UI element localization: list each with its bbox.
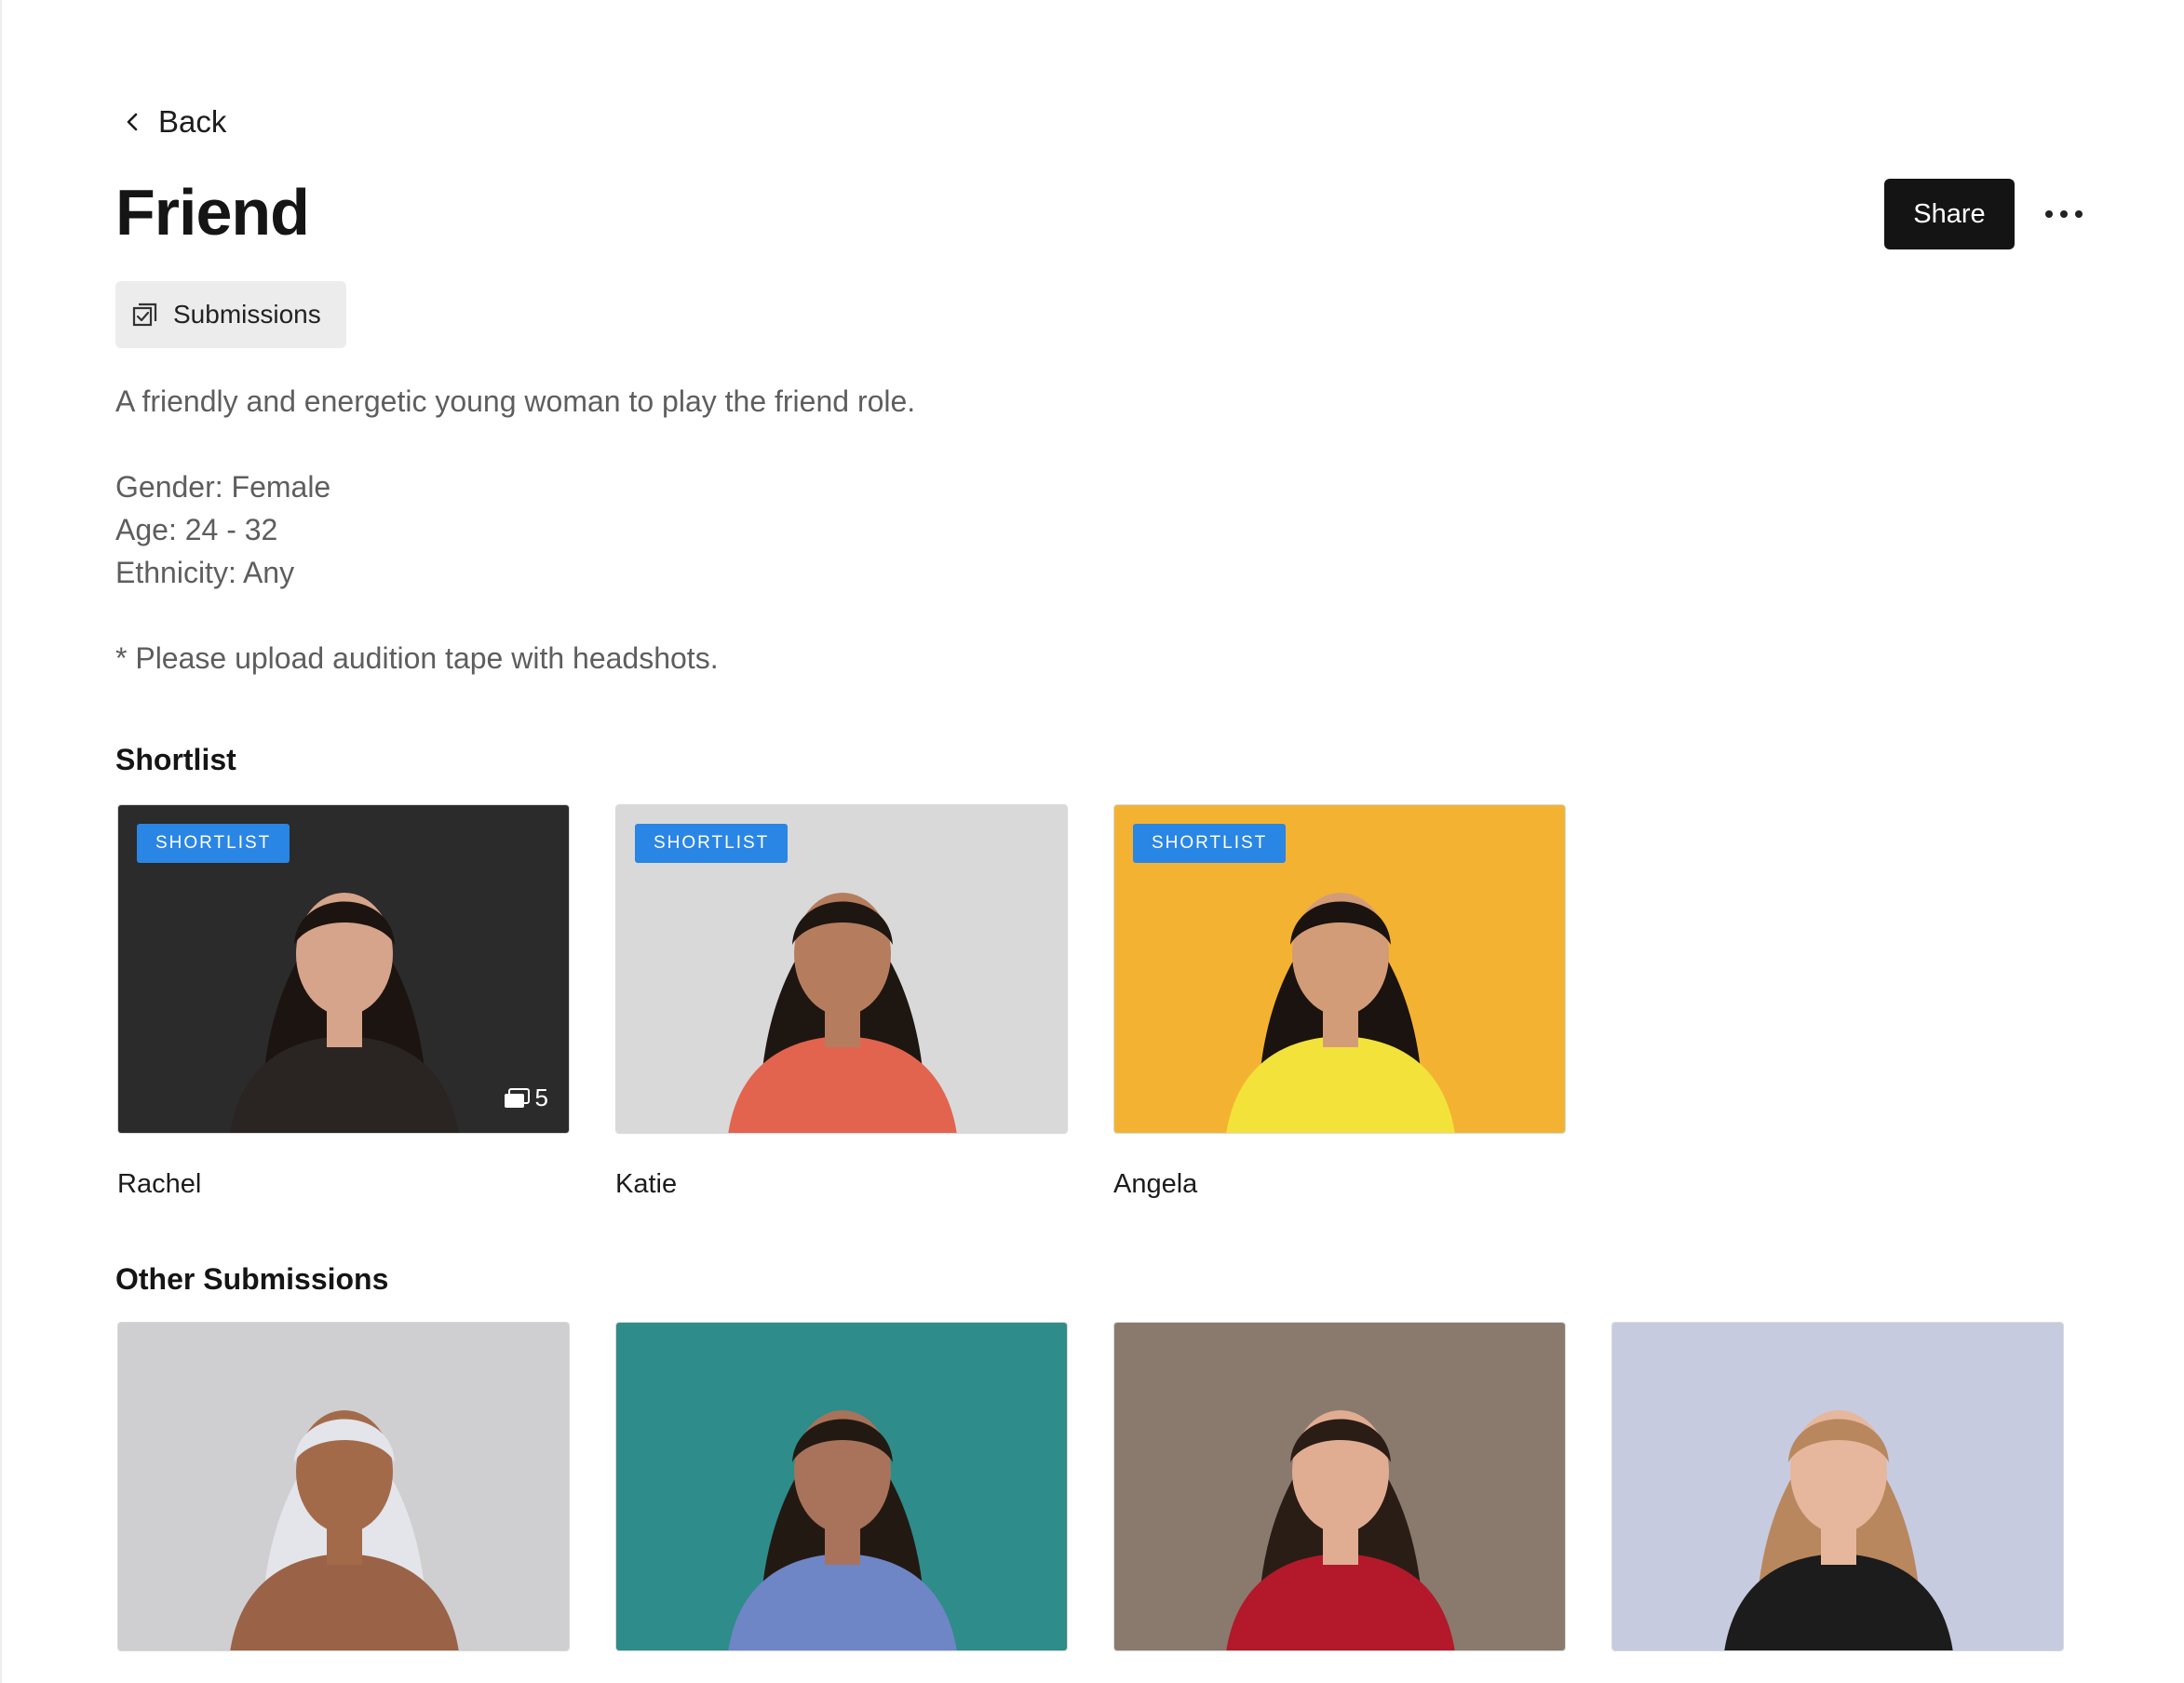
submission-card[interactable]: Briana bbox=[1611, 1322, 2064, 1651]
headshot-photo[interactable] bbox=[1611, 1322, 2064, 1651]
shortlist-badge: SHORTLIST bbox=[137, 824, 290, 863]
submission-card[interactable]: SHORTLIST 5 Rachel bbox=[117, 804, 570, 1199]
chevron-left-icon bbox=[127, 113, 138, 131]
shortlist-badge: SHORTLIST bbox=[1133, 824, 1287, 863]
media-count: 5 bbox=[504, 1084, 548, 1112]
page-title: Friend bbox=[115, 176, 310, 249]
headshot-photo[interactable]: SHORTLIST bbox=[1113, 804, 1566, 1134]
description-age: Age: 24 - 32 bbox=[115, 513, 278, 546]
headshot-photo[interactable]: SHORTLIST 5 bbox=[117, 804, 570, 1134]
submission-card[interactable]: Melody bbox=[1113, 1322, 1566, 1651]
submission-card[interactable]: SHORTLIST Angela bbox=[1113, 804, 1566, 1199]
description-note: * Please upload audition tape with heads… bbox=[115, 641, 719, 675]
description-intro: A friendly and energetic young woman to … bbox=[115, 384, 916, 418]
page: Back Friend Share Submissions A friendly… bbox=[0, 0, 2184, 1683]
back-button[interactable]: Back bbox=[123, 104, 226, 140]
shortlist-heading: Shortlist bbox=[115, 743, 236, 776]
more-options-icon[interactable] bbox=[2037, 190, 2091, 238]
back-label: Back bbox=[158, 104, 227, 139]
description-gender: Gender: Female bbox=[115, 470, 331, 504]
submission-name[interactable]: Angela bbox=[1113, 1169, 1197, 1200]
tab-submissions-label: Submissions bbox=[173, 300, 321, 329]
shortlist-badge: SHORTLIST bbox=[635, 824, 789, 863]
headshot-photo[interactable] bbox=[117, 1322, 570, 1651]
submission-card[interactable]: SHORTLIST Katie bbox=[615, 804, 1068, 1199]
submission-card[interactable]: Kathryn bbox=[615, 1322, 1068, 1651]
media-stack-icon bbox=[504, 1087, 530, 1108]
description-ethnicity: Ethnicity: Any bbox=[115, 556, 295, 589]
role-description: A friendly and energetic young woman to … bbox=[115, 380, 1419, 680]
submission-card[interactable]: Mariah bbox=[117, 1322, 570, 1651]
submission-name[interactable]: Rachel bbox=[117, 1169, 201, 1200]
other-submissions-heading: Other Submissions bbox=[115, 1262, 389, 1296]
checkbox-stack-icon bbox=[132, 303, 157, 327]
tab-submissions[interactable]: Submissions bbox=[115, 281, 346, 348]
headshot-photo[interactable]: SHORTLIST bbox=[615, 804, 1068, 1134]
submission-name[interactable]: Katie bbox=[615, 1169, 677, 1200]
headshot-photo[interactable] bbox=[1113, 1322, 1566, 1651]
headshot-photo[interactable] bbox=[615, 1322, 1068, 1651]
share-button[interactable]: Share bbox=[1884, 179, 2015, 249]
